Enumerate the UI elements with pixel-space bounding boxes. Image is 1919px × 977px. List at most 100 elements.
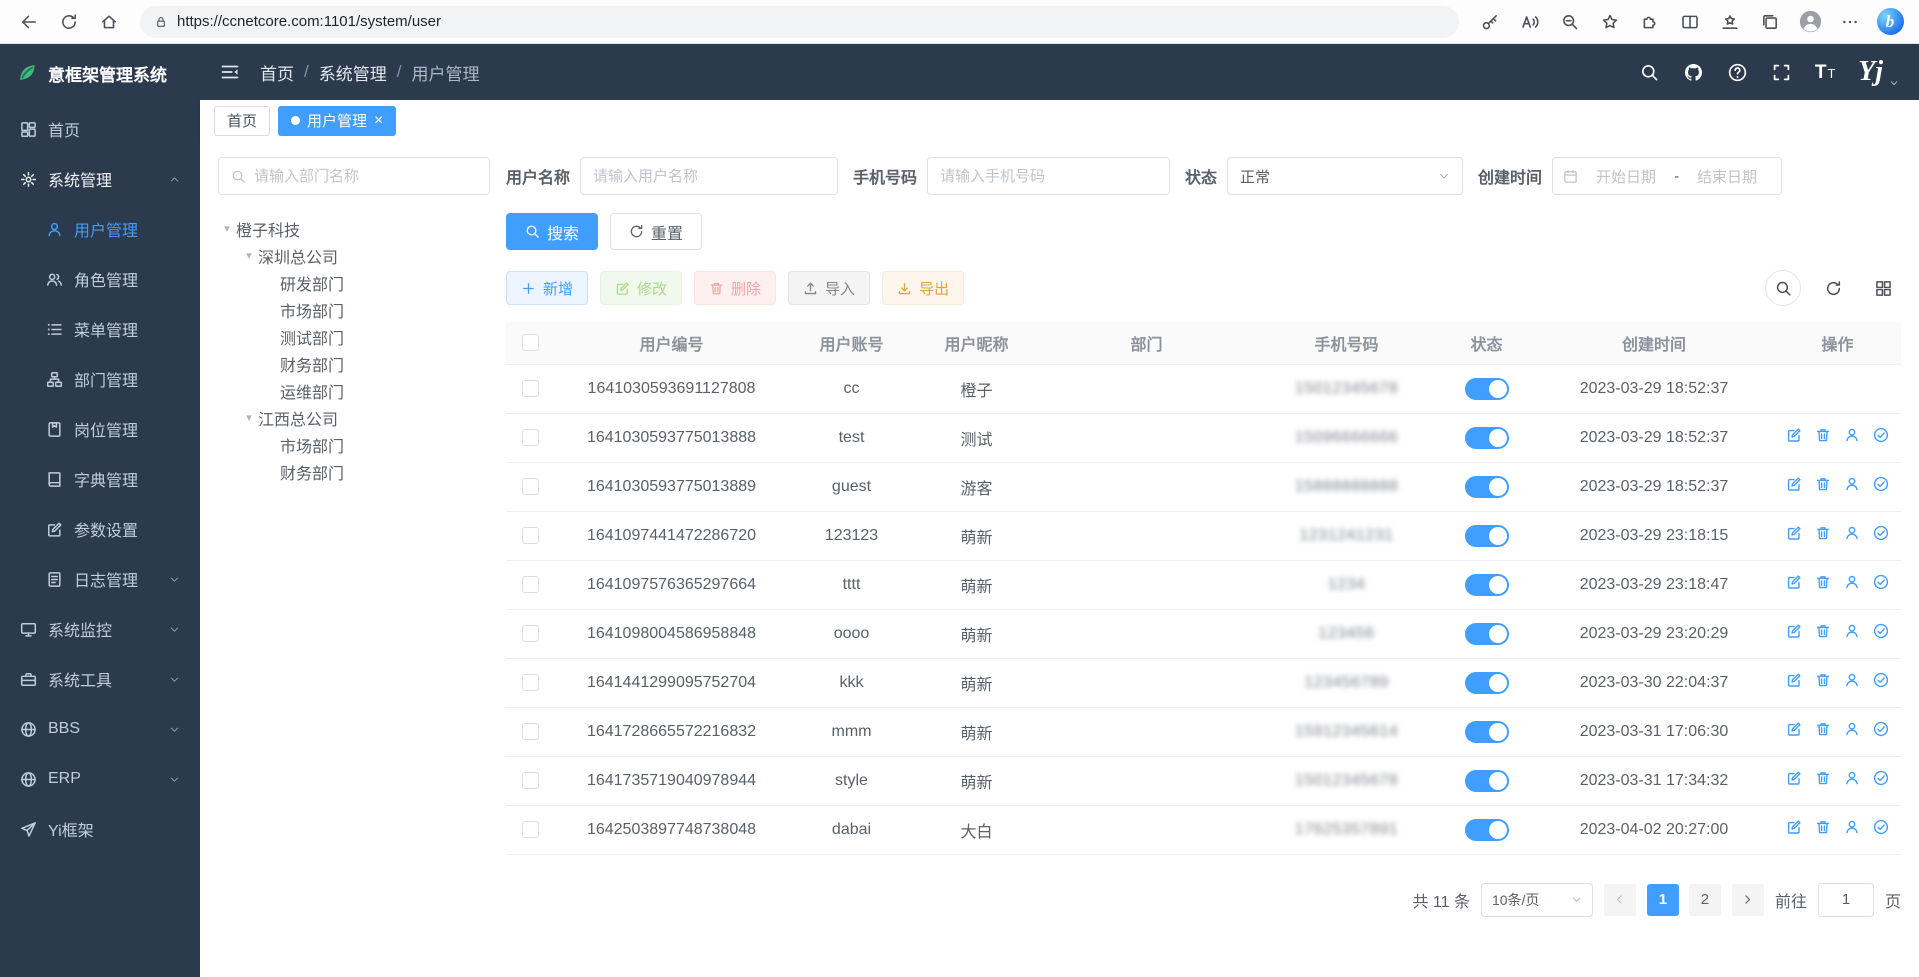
question-icon[interactable]: [1718, 53, 1756, 91]
edit-icon[interactable]: [1786, 819, 1802, 835]
reset-password-icon[interactable]: [1844, 623, 1860, 639]
prev-page-button[interactable]: [1604, 884, 1636, 916]
copilot-button[interactable]: b: [1871, 4, 1909, 40]
status-toggle[interactable]: [1465, 672, 1509, 694]
row-checkbox[interactable]: [522, 772, 539, 789]
delete-icon[interactable]: [1815, 623, 1831, 639]
favorites-bar-button[interactable]: [1711, 4, 1749, 40]
reset-password-icon[interactable]: [1844, 574, 1860, 590]
export-button[interactable]: 导出: [882, 271, 964, 305]
status-toggle[interactable]: [1465, 819, 1509, 841]
zoom-out-button[interactable]: [1551, 4, 1589, 40]
sidebar-item-system[interactable]: 系统管理: [0, 154, 200, 204]
delete-icon[interactable]: [1815, 819, 1831, 835]
row-checkbox[interactable]: [522, 674, 539, 691]
edit-icon[interactable]: [1786, 525, 1802, 541]
sidebar-item-param[interactable]: 参数设置: [0, 504, 200, 554]
tab-user[interactable]: 用户管理×: [278, 106, 396, 136]
assign-role-icon[interactable]: [1873, 721, 1889, 737]
browser-home-button[interactable]: [90, 4, 128, 40]
sidebar-item-dept[interactable]: 部门管理: [0, 354, 200, 404]
sidebar-item-log[interactable]: 日志管理: [0, 554, 200, 604]
sidebar-item-yi[interactable]: Yi框架: [0, 804, 200, 854]
row-checkbox[interactable]: [522, 429, 539, 446]
tree-node[interactable]: 测试部门: [218, 323, 490, 350]
edit-button[interactable]: 修改: [600, 271, 682, 305]
edit-icon[interactable]: [1786, 476, 1802, 492]
status-toggle[interactable]: [1465, 378, 1509, 400]
edit-icon[interactable]: [1786, 770, 1802, 786]
fullscreen-icon[interactable]: [1762, 53, 1800, 91]
row-checkbox[interactable]: [522, 380, 539, 397]
next-page-button[interactable]: [1732, 884, 1764, 916]
tree-node[interactable]: ▾深圳总公司: [218, 242, 490, 269]
reset-password-icon[interactable]: [1844, 770, 1860, 786]
browser-back-button[interactable]: [10, 4, 48, 40]
split-screen-button[interactable]: [1671, 4, 1709, 40]
delete-icon[interactable]: [1815, 427, 1831, 443]
tree-node[interactable]: ▾橙子科技: [218, 215, 490, 242]
tree-node[interactable]: 财务部门: [218, 458, 490, 485]
status-toggle[interactable]: [1465, 623, 1509, 645]
status-toggle[interactable]: [1465, 770, 1509, 792]
row-checkbox[interactable]: [522, 821, 539, 838]
phone-input[interactable]: [927, 157, 1170, 195]
sidebar-item-erp[interactable]: ERP: [0, 754, 200, 804]
status-select[interactable]: 正常: [1227, 157, 1463, 195]
tab-home[interactable]: 首页: [214, 106, 270, 136]
delete-icon[interactable]: [1815, 476, 1831, 492]
goto-page-input[interactable]: [1818, 883, 1874, 917]
refresh-toggle-button[interactable]: [1815, 270, 1851, 306]
status-toggle[interactable]: [1465, 525, 1509, 547]
tree-node[interactable]: ▾江西总公司: [218, 404, 490, 431]
import-button[interactable]: 导入: [788, 271, 870, 305]
tree-node[interactable]: 运维部门: [218, 377, 490, 404]
browser-menu-button[interactable]: [1831, 4, 1869, 40]
address-bar[interactable]: https://ccnetcore.com:1101/system/user: [140, 6, 1459, 38]
app-logo[interactable]: 意框架管理系统: [0, 44, 200, 102]
tree-node[interactable]: 市场部门: [218, 296, 490, 323]
brand-logo[interactable]: Yj: [1858, 56, 1899, 88]
search-icon[interactable]: [1630, 53, 1668, 91]
edit-icon[interactable]: [1786, 427, 1802, 443]
page-button-2[interactable]: 2: [1689, 884, 1721, 916]
delete-icon[interactable]: [1815, 525, 1831, 541]
extensions-button[interactable]: [1631, 4, 1669, 40]
key-button[interactable]: [1471, 4, 1509, 40]
assign-role-icon[interactable]: [1873, 525, 1889, 541]
assign-role-icon[interactable]: [1873, 574, 1889, 590]
add-button[interactable]: 新增: [506, 271, 588, 305]
breadcrumb-item[interactable]: 首页: [260, 60, 294, 85]
font-size-icon[interactable]: TT: [1806, 53, 1844, 91]
reset-password-icon[interactable]: [1844, 476, 1860, 492]
dept-search-input[interactable]: [254, 168, 477, 185]
edit-icon[interactable]: [1786, 574, 1802, 590]
page-button-1[interactable]: 1: [1647, 884, 1679, 916]
sidebar-item-role[interactable]: 角色管理: [0, 254, 200, 304]
row-checkbox[interactable]: [522, 625, 539, 642]
sidebar-item-monitor[interactable]: 系统监控: [0, 604, 200, 654]
grid-toggle-button[interactable]: [1865, 270, 1901, 306]
reset-password-icon[interactable]: [1844, 819, 1860, 835]
reset-button[interactable]: 重置: [610, 213, 702, 250]
assign-role-icon[interactable]: [1873, 819, 1889, 835]
status-toggle[interactable]: [1465, 574, 1509, 596]
delete-icon[interactable]: [1815, 574, 1831, 590]
github-icon[interactable]: [1674, 53, 1712, 91]
assign-role-icon[interactable]: [1873, 476, 1889, 492]
tree-node[interactable]: 研发部门: [218, 269, 490, 296]
edit-icon[interactable]: [1786, 672, 1802, 688]
breadcrumb-item[interactable]: 系统管理: [319, 60, 387, 85]
delete-icon[interactable]: [1815, 770, 1831, 786]
sidebar-item-user[interactable]: 用户管理: [0, 204, 200, 254]
sidebar-item-dict[interactable]: 字典管理: [0, 454, 200, 504]
close-tab-icon[interactable]: ×: [374, 113, 383, 129]
status-toggle[interactable]: [1465, 476, 1509, 498]
breadcrumb-item[interactable]: 用户管理: [411, 60, 479, 85]
sidebar-item-menu[interactable]: 菜单管理: [0, 304, 200, 354]
tree-node[interactable]: 财务部门: [218, 350, 490, 377]
row-checkbox[interactable]: [522, 478, 539, 495]
select-all-checkbox[interactable]: [522, 334, 539, 351]
reset-password-icon[interactable]: [1844, 427, 1860, 443]
row-checkbox[interactable]: [522, 576, 539, 593]
